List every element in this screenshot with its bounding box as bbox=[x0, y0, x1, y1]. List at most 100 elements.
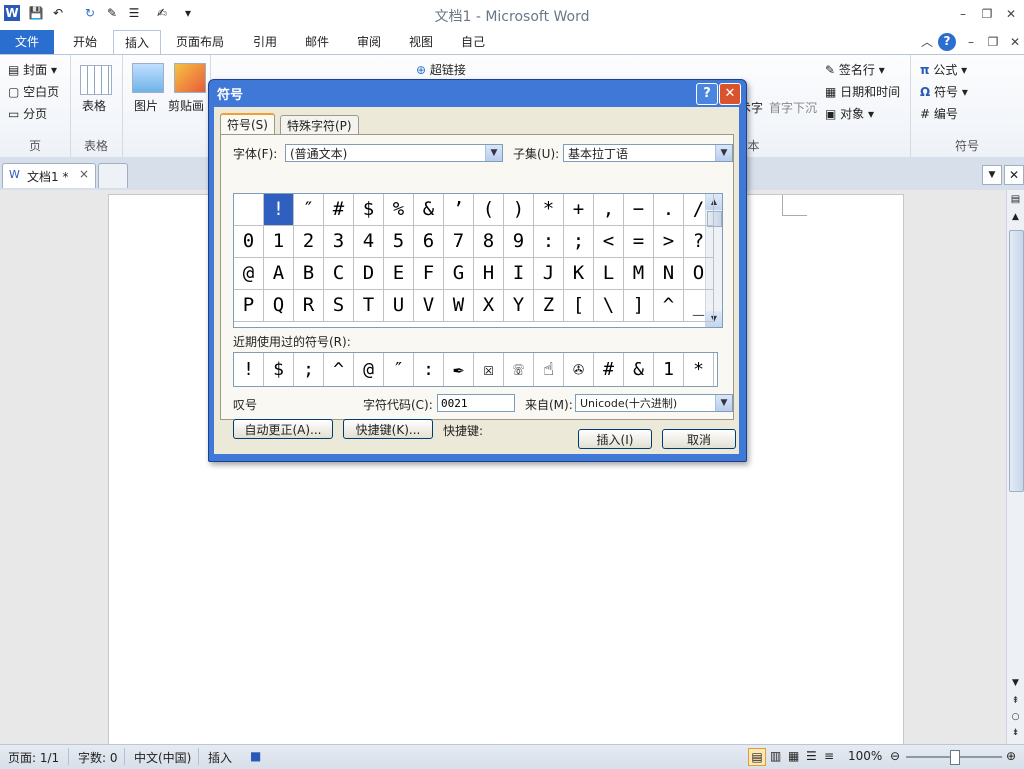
symbol-cell[interactable] bbox=[234, 194, 264, 226]
symbol-button[interactable]: Ω 符号 ▾ bbox=[920, 83, 968, 100]
symbol-cell[interactable]: < bbox=[594, 226, 624, 258]
symbol-cell[interactable]: − bbox=[624, 194, 654, 226]
status-language[interactable]: 中文(中国) bbox=[134, 749, 191, 766]
insert-button[interactable]: 插入(I) bbox=[578, 429, 652, 449]
dialog-help-icon[interactable]: ? bbox=[696, 83, 718, 105]
tab-list-dropdown-icon[interactable]: ▼ bbox=[982, 165, 1002, 185]
recent-symbol-cell[interactable]: ✇ bbox=[564, 353, 594, 386]
symbol-cell[interactable]: 4 bbox=[354, 226, 384, 258]
doc-minimize-icon[interactable]: – bbox=[962, 34, 980, 50]
symbol-cell[interactable]: N bbox=[654, 258, 684, 290]
from-select[interactable]: Unicode(十六进制) ▼ bbox=[575, 394, 733, 412]
draft-icon[interactable]: ≡ bbox=[824, 749, 834, 763]
restore-icon[interactable]: ❐ bbox=[978, 6, 996, 22]
symbol-cell[interactable]: T bbox=[354, 290, 384, 322]
recent-symbol-cell[interactable]: ☝ bbox=[534, 353, 564, 386]
symbol-cell[interactable]: ″ bbox=[294, 194, 324, 226]
shortcut-key-button[interactable]: 快捷键(K)... bbox=[343, 419, 433, 439]
symbol-cell[interactable]: ? bbox=[684, 226, 714, 258]
collapse-ribbon-icon[interactable]: ︿ bbox=[918, 34, 936, 50]
web-layout-icon[interactable]: ▦ bbox=[788, 749, 799, 763]
symbol-cell[interactable]: Q bbox=[264, 290, 294, 322]
subset-select[interactable]: 基本拉丁语 ▼ bbox=[563, 144, 733, 162]
autocorrect-button[interactable]: 自动更正(A)... bbox=[233, 419, 333, 439]
font-select[interactable]: (普通文本) ▼ bbox=[285, 144, 503, 162]
tab-review[interactable]: 审阅 bbox=[346, 30, 392, 54]
browse-object-icon[interactable]: ○ bbox=[1009, 712, 1022, 726]
symbol-cell[interactable]: K bbox=[564, 258, 594, 290]
symbol-cell[interactable]: ) bbox=[504, 194, 534, 226]
recent-symbol-cell[interactable]: * bbox=[684, 353, 714, 386]
symbol-cell[interactable]: 3 bbox=[324, 226, 354, 258]
symbol-cell[interactable]: @ bbox=[234, 258, 264, 290]
zoom-in-icon[interactable]: ⊕ bbox=[1006, 749, 1016, 763]
signature-line-button[interactable]: ✎ 签名行 ▾ bbox=[825, 61, 885, 78]
table-icon[interactable] bbox=[80, 65, 112, 95]
symbol-cell[interactable]: # bbox=[324, 194, 354, 226]
symbol-cell[interactable]: Y bbox=[504, 290, 534, 322]
page-break-button[interactable]: ▭ 分页 bbox=[8, 105, 47, 122]
close-icon[interactable]: ✕ bbox=[1002, 6, 1020, 22]
symbol-cell[interactable]: $ bbox=[354, 194, 384, 226]
recent-symbol-cell[interactable]: ″ bbox=[384, 353, 414, 386]
full-screen-reading-icon[interactable]: ▥ bbox=[770, 749, 781, 763]
symbol-cell[interactable]: ( bbox=[474, 194, 504, 226]
symbol-cell[interactable]: M bbox=[624, 258, 654, 290]
symbol-cell[interactable]: . bbox=[654, 194, 684, 226]
symbol-cell[interactable]: ; bbox=[564, 226, 594, 258]
doc-close-icon[interactable]: ✕ bbox=[1006, 34, 1024, 50]
symbol-cell[interactable]: 5 bbox=[384, 226, 414, 258]
symbol-cell[interactable]: 1 bbox=[264, 226, 294, 258]
recent-symbol-cell[interactable]: ; bbox=[294, 353, 324, 386]
recent-symbol-cell[interactable]: ! bbox=[234, 353, 264, 386]
symbol-cell[interactable]: : bbox=[534, 226, 564, 258]
symbol-cell[interactable]: S bbox=[324, 290, 354, 322]
tab-special-characters[interactable]: 特殊字符(P) bbox=[280, 115, 359, 136]
tab-file[interactable]: 文件 bbox=[0, 30, 54, 54]
symbol-cell[interactable]: J bbox=[534, 258, 564, 290]
document-tab[interactable]: W 文档1 * × bbox=[2, 163, 96, 188]
symbol-cell[interactable]: I bbox=[504, 258, 534, 290]
symbol-cell[interactable]: V bbox=[414, 290, 444, 322]
symbol-cell[interactable]: F bbox=[414, 258, 444, 290]
symbol-cell[interactable]: A bbox=[264, 258, 294, 290]
scroll-down-icon[interactable]: ▼ bbox=[1009, 678, 1022, 692]
formula-button[interactable]: π 公式 ▾ bbox=[920, 61, 967, 78]
symbol-cell[interactable]: 6 bbox=[414, 226, 444, 258]
numbering-button[interactable]: # 编号 bbox=[920, 105, 958, 122]
recent-symbol-cell[interactable]: ☒ bbox=[474, 353, 504, 386]
symbol-cell[interactable]: Z bbox=[534, 290, 564, 322]
minimize-icon[interactable]: – bbox=[954, 6, 972, 22]
symbol-cell[interactable]: > bbox=[654, 226, 684, 258]
picture-button[interactable]: 图片 bbox=[134, 97, 158, 114]
recent-symbol-cell[interactable]: @ bbox=[354, 353, 384, 386]
symbol-cell[interactable]: G bbox=[444, 258, 474, 290]
symbol-cell[interactable]: ] bbox=[624, 290, 654, 322]
clipart-icon[interactable] bbox=[174, 63, 206, 93]
symbol-cell[interactable]: W bbox=[444, 290, 474, 322]
tab-view[interactable]: 视图 bbox=[398, 30, 444, 54]
status-page[interactable]: 页面: 1/1 bbox=[8, 749, 59, 766]
symbol-cell[interactable]: 0 bbox=[234, 226, 264, 258]
symbol-cell[interactable]: B bbox=[294, 258, 324, 290]
symbol-cell[interactable]: + bbox=[564, 194, 594, 226]
status-words[interactable]: 字数: 0 bbox=[78, 749, 118, 766]
object-button[interactable]: ▣ 对象 ▾ bbox=[825, 105, 874, 122]
symbol-cell[interactable]: ^ bbox=[654, 290, 684, 322]
recent-symbol-cell[interactable]: ☏ bbox=[504, 353, 534, 386]
cover-page-button[interactable]: ▤ 封面 ▾ bbox=[8, 61, 57, 78]
tab-mailings[interactable]: 邮件 bbox=[294, 30, 340, 54]
scroll-up-icon[interactable]: ▲ bbox=[1009, 212, 1022, 226]
recent-symbol-cell[interactable]: & bbox=[624, 353, 654, 386]
date-time-button[interactable]: ▦ 日期和时间 bbox=[825, 83, 900, 100]
recent-symbol-cell[interactable]: # bbox=[594, 353, 624, 386]
close-tab-icon[interactable]: ✕ bbox=[1004, 165, 1024, 185]
status-insert-mode[interactable]: 插入 bbox=[208, 749, 232, 766]
symbol-cell[interactable]: % bbox=[384, 194, 414, 226]
symbol-cell[interactable]: = bbox=[624, 226, 654, 258]
symbol-cell[interactable]: D bbox=[354, 258, 384, 290]
doc-restore-icon[interactable]: ❐ bbox=[984, 34, 1002, 50]
clipart-button[interactable]: 剪贴画 bbox=[168, 97, 204, 114]
recent-symbol-cell[interactable]: ^ bbox=[324, 353, 354, 386]
symbol-cell[interactable]: _ bbox=[684, 290, 714, 322]
